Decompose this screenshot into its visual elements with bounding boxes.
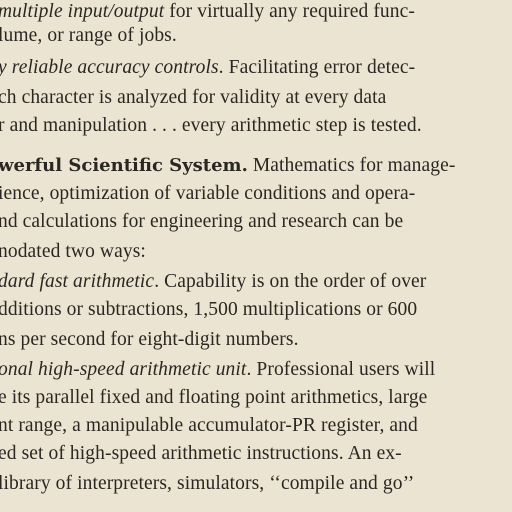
- text-line-3: y reliable accuracy controls. Facilitati…: [0, 57, 416, 78]
- text-line-4: ch character is analyzed for validity at…: [0, 87, 387, 108]
- text-line-14: e its parallel fixed and floating point …: [0, 387, 428, 408]
- text-line-2: lume, or range of jobs.: [0, 25, 177, 46]
- text-line-10: dard fast arithmetic. Capability is on t…: [0, 271, 427, 292]
- text-line-16: ed set of high-speed arithmetic instruct…: [0, 443, 402, 464]
- text-line-15: nt range, a manipulable accumulator-PR r…: [0, 415, 418, 436]
- section-heading-line: werful Scientific System. Mathematics fo…: [0, 155, 456, 176]
- text-line-5: r and manipulation . . . every arithmeti…: [0, 115, 422, 136]
- section-heading: werful Scientific System.: [0, 155, 248, 176]
- document-page: multiple input/output for virtually any …: [0, 0, 512, 512]
- text-line-13: onal high-speed arithmetic unit. Profess…: [0, 359, 436, 380]
- text-line-7: ience, optimization of variable conditio…: [0, 183, 416, 204]
- text-line-17: library of interpreters, simulators, ‘‘c…: [0, 473, 415, 494]
- text-line-1: multiple input/output for virtually any …: [0, 1, 415, 22]
- text-line-12: ns per second for eight-digit numbers.: [0, 329, 299, 350]
- text-line-11: dditions or subtractions, 1,500 multipli…: [0, 299, 418, 320]
- text-line-8: nd calculations for engineering and rese…: [0, 211, 404, 232]
- text-line-9: nodated two ways:: [0, 241, 146, 262]
